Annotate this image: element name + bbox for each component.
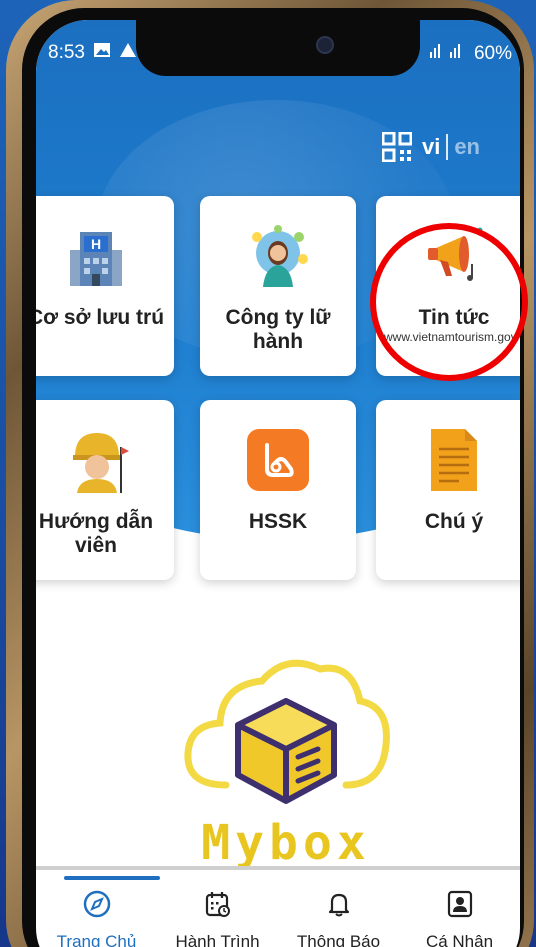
tab-notifications[interactable]: Thông Báo xyxy=(278,888,399,947)
profile-icon xyxy=(444,888,476,920)
card-title: Hướng dẫn viên xyxy=(38,510,154,557)
card-tour-guide[interactable]: Hướng dẫn viên xyxy=(36,400,174,580)
lang-en-button[interactable]: en xyxy=(454,134,480,160)
tab-profile[interactable]: Cá Nhân xyxy=(399,888,520,947)
calendar-icon xyxy=(202,888,234,920)
health-record-icon xyxy=(242,424,314,496)
cloud-box-icon xyxy=(184,659,390,804)
travel-agent-icon xyxy=(242,220,314,292)
svg-text:H: H xyxy=(91,236,101,252)
app-screen: 8:53 60% vi en H Cơ sở lưu trú Công ty l… xyxy=(36,20,520,947)
bottom-tab-bar: Trang Chủ Hành Trình Thông Báo Cá Nhân xyxy=(36,888,520,947)
tab-label: Thông Báo xyxy=(296,932,381,947)
mybox-logo: Mybox xyxy=(166,645,406,875)
card-accommodation[interactable]: H Cơ sở lưu trú xyxy=(36,196,174,376)
annotation-circle xyxy=(370,223,528,381)
gallery-icon xyxy=(93,42,111,64)
card-health-record[interactable]: HSSK xyxy=(200,400,356,580)
status-time: 8:53 xyxy=(48,42,85,63)
card-title: Công ty lữ hành xyxy=(225,306,331,353)
warning-icon xyxy=(119,42,137,64)
top-tools: vi en xyxy=(381,131,480,163)
hotel-icon: H xyxy=(60,220,132,292)
battery-percent: 60% xyxy=(473,43,512,64)
card-title: HSSK xyxy=(248,510,308,533)
tab-divider xyxy=(36,866,520,870)
card-title: Chú ý xyxy=(424,510,484,533)
tab-label: Cá Nhân xyxy=(425,932,494,947)
lang-vi-button[interactable]: vi xyxy=(422,134,440,160)
language-switch: vi en xyxy=(422,134,480,160)
card-notes[interactable]: Chú ý xyxy=(376,400,520,580)
notch xyxy=(136,20,420,76)
card-title: Cơ sở lưu trú xyxy=(36,306,165,329)
camera-icon xyxy=(316,36,334,54)
tab-itinerary[interactable]: Hành Trình xyxy=(157,888,278,947)
note-icon xyxy=(418,424,490,496)
tab-label: Hành Trình xyxy=(175,932,260,947)
tab-home[interactable]: Trang Chủ xyxy=(36,888,157,947)
tab-label: Trang Chủ xyxy=(56,932,137,947)
active-tab-indicator xyxy=(64,876,160,880)
bell-icon xyxy=(323,888,355,920)
signal-icon xyxy=(428,42,468,66)
card-travel-agency[interactable]: Công ty lữ hành xyxy=(200,196,356,376)
brand-name: Mybox xyxy=(201,815,371,871)
compass-icon xyxy=(81,888,113,920)
tour-guide-icon xyxy=(60,424,132,496)
qr-code-icon[interactable] xyxy=(381,131,413,163)
lang-divider xyxy=(446,134,449,160)
